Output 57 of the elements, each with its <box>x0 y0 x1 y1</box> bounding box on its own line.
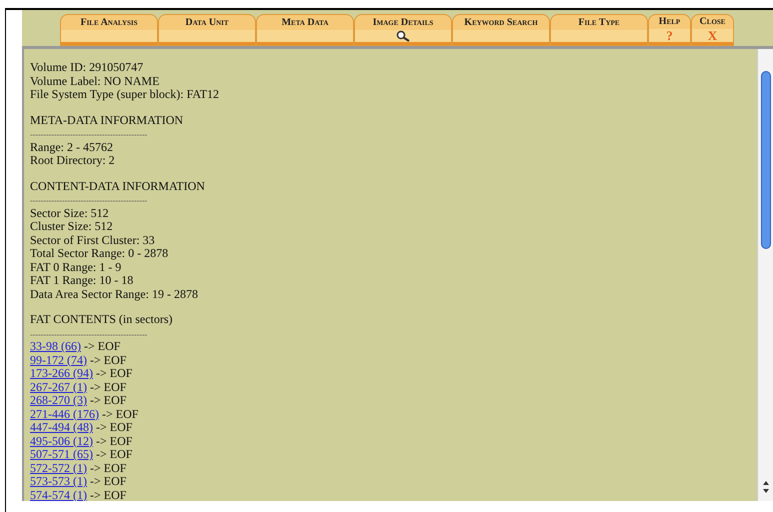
eof-text: -> EOF <box>102 408 138 421</box>
sector-link[interactable]: 495-506 (12) <box>30 434 93 448</box>
toolbar-tab[interactable]: Image Details <box>354 14 452 46</box>
eof-text: -> EOF <box>90 462 126 475</box>
info-text: Sector Size: 512 <box>30 206 109 220</box>
toolbar-tab[interactable]: File Type <box>550 14 648 46</box>
tab-symbol: X <box>708 29 718 42</box>
sector-link[interactable]: 33-98 (66) <box>30 340 81 354</box>
sector-link[interactable]: 267-267 (1) <box>30 380 87 394</box>
toolbar-tab[interactable]: Keyword Search <box>452 14 550 46</box>
info-text: Data Area Sector Range: 19 - 2878 <box>30 286 198 300</box>
scrollbar[interactable] <box>757 49 773 501</box>
info-text: FAT 0 Range: 1 - 9 <box>30 260 122 274</box>
info-text: CONTENT-DATA INFORMATION <box>30 178 205 192</box>
info-text: FAT 1 Range: 10 - 18 <box>30 273 134 287</box>
info-text: Sector of First Cluster: 33 <box>30 232 155 246</box>
toolbar-tab[interactable]: Meta Data <box>256 14 354 46</box>
info-text: Cluster Size: 512 <box>30 219 113 233</box>
info-text: File System Type (super block): FAT12 <box>30 87 220 101</box>
eof-text: -> EOF <box>90 380 126 394</box>
scrollbar-thumb[interactable] <box>760 71 770 249</box>
sector-link[interactable]: 507-571 (65) <box>30 448 93 462</box>
eof-text: -> EOF <box>96 367 132 380</box>
eof-text: -> EOF <box>96 434 132 448</box>
eof-text: -> EOF <box>90 488 126 501</box>
info-text: Total Sector Range: 0 - 2878 <box>30 246 168 260</box>
toolbar-tab[interactable]: File Analysis <box>60 14 158 46</box>
eof-text: -> EOF <box>90 354 126 367</box>
sector-link[interactable]: 268-270 (3) <box>30 394 87 408</box>
info-text: FAT CONTENTS (in sectors) <box>30 312 173 326</box>
info-text: Range: 2 - 45762 <box>30 140 113 154</box>
separator-text: -------------------------------------------- <box>30 130 148 139</box>
scroll-down-icon[interactable] <box>762 487 770 495</box>
eof-text: -> EOF <box>90 475 126 488</box>
info-text: META-DATA INFORMATION <box>30 112 184 126</box>
tab-symbol: ? <box>666 29 673 42</box>
toolbar-tab[interactable]: Data Unit <box>158 14 256 46</box>
sector-link[interactable]: 573-573 (1) <box>30 475 87 488</box>
eof-text: -> EOF <box>90 394 126 408</box>
toolbar-tab[interactable]: Close X <box>691 14 734 46</box>
eof-text: -> EOF <box>84 340 120 354</box>
info-text: Volume Label: NO NAME <box>30 74 160 88</box>
sector-link[interactable]: 99-172 (74) <box>30 354 87 367</box>
eof-text: -> EOF <box>96 448 132 462</box>
search-icon <box>395 30 411 42</box>
separator-text: -------------------------------------------- <box>30 196 148 205</box>
info-text: Root Directory: 2 <box>30 153 115 167</box>
toolbar-tab[interactable]: Help ? <box>648 14 691 46</box>
sector-link[interactable]: 574-574 (1) <box>30 488 87 501</box>
eof-text: -> EOF <box>96 421 132 434</box>
sector-link[interactable]: 572-572 (1) <box>30 462 87 475</box>
sector-link[interactable]: 173-266 (94) <box>30 367 93 380</box>
separator-text: -------------------------------------------- <box>30 330 148 338</box>
info-text: Volume ID: 291050747 <box>30 60 144 74</box>
scroll-up-icon[interactable] <box>762 479 770 487</box>
sector-link[interactable]: 271-446 (176) <box>30 408 99 421</box>
sector-link[interactable]: 447-494 (48) <box>30 421 93 434</box>
